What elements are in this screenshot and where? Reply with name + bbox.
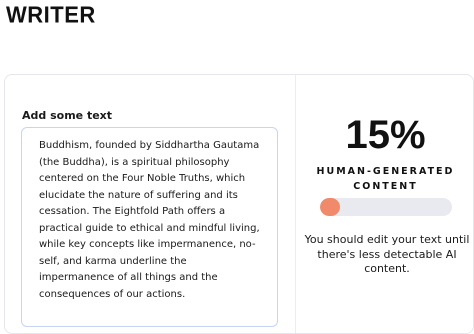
text-input-area[interactable]: Buddhism, founded by Siddhartha Gautama …: [21, 127, 278, 327]
text-input-label: Add some text: [22, 109, 113, 122]
human-generated-label: HUMAN-GENERATED CONTENT: [316, 166, 455, 192]
advice-text: You should edit your text until there's …: [304, 233, 470, 275]
result-pane: 15% HUMAN-GENERATED CONTENT You should e…: [296, 75, 474, 333]
detector-card: Add some text Buddhism, founded by Siddh…: [4, 74, 474, 334]
score-progress-fill: [320, 198, 340, 216]
human-percentage: 15%: [345, 113, 426, 157]
brand-logo: WRITER: [6, 1, 96, 28]
input-pane: Add some text Buddhism, founded by Siddh…: [5, 75, 296, 333]
score-progress-bar: [320, 198, 452, 216]
